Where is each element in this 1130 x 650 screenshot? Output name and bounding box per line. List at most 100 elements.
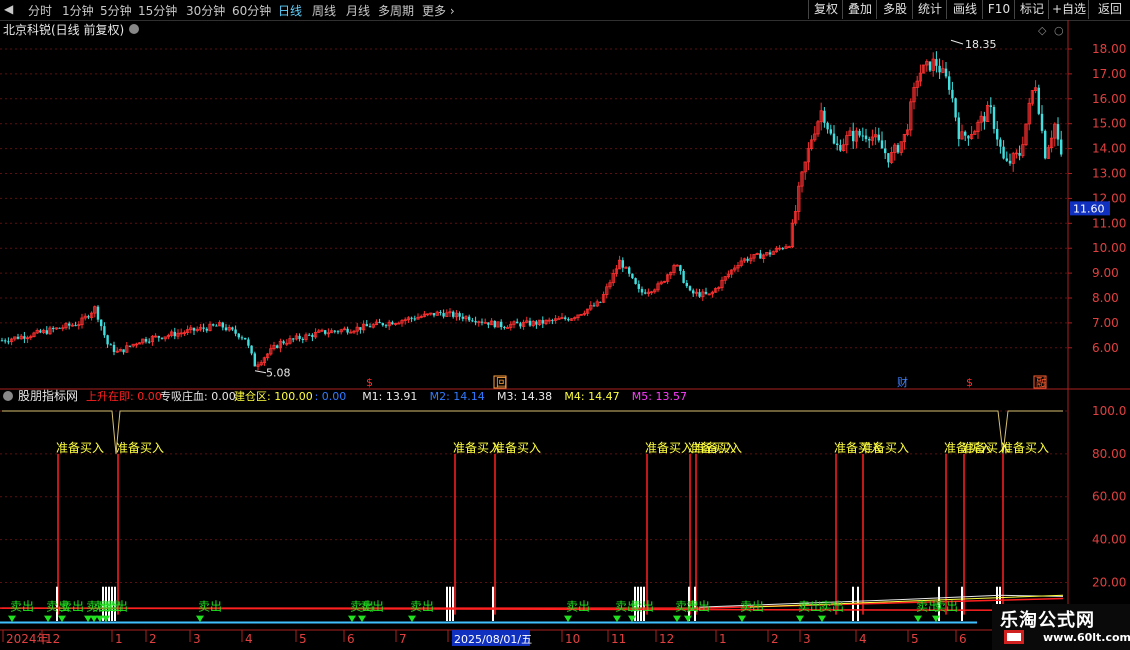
tool-button-5[interactable]: F10 xyxy=(982,0,1015,19)
candle-body xyxy=(1002,146,1005,159)
sell-arrow-icon xyxy=(8,615,16,623)
candle-body xyxy=(944,68,948,77)
candle-body xyxy=(896,145,900,153)
price-axis-label: 15.00 xyxy=(1092,117,1126,131)
price-axis-label: 17.00 xyxy=(1092,67,1126,81)
histogram-bar xyxy=(961,586,963,622)
event-marker: $ xyxy=(366,376,373,389)
candle-body xyxy=(781,248,784,250)
candle-body xyxy=(432,313,436,316)
candle-body xyxy=(368,326,372,328)
price-axis-label: 6.00 xyxy=(1092,341,1119,355)
candle-body xyxy=(861,135,864,137)
sell-signal-label: 卖出 xyxy=(820,599,844,613)
candle-body xyxy=(276,345,279,348)
candle-body xyxy=(292,338,295,340)
candle-body xyxy=(768,252,772,255)
date-axis-label: 3 xyxy=(803,632,811,646)
chart-area[interactable]: 北京科锐(日线 前复权) ◇ ○18.0017.0016.0015.0014.001… xyxy=(0,20,1130,650)
date-axis-label: 4 xyxy=(859,632,867,646)
period-tab-7[interactable]: 周线 xyxy=(312,2,336,19)
candle-body xyxy=(999,139,1002,147)
histogram-bar xyxy=(446,586,448,622)
period-tab-4[interactable]: 30分钟 xyxy=(186,2,225,19)
candle-body xyxy=(1060,139,1063,155)
tool-button-7[interactable]: +自选 xyxy=(1048,0,1089,19)
candle-body xyxy=(644,292,647,294)
candle-body xyxy=(410,317,413,319)
candle-body xyxy=(503,327,506,329)
candle-body xyxy=(640,288,644,293)
period-tab-6[interactable]: 日线 xyxy=(278,2,302,19)
tool-button-2[interactable]: 多股 xyxy=(876,0,913,19)
candle-body xyxy=(928,61,932,71)
date-axis-label: 6 xyxy=(959,632,967,646)
tool-button-0[interactable]: 复权 xyxy=(808,0,843,19)
tool-button-6[interactable]: 标记 xyxy=(1014,0,1049,19)
histogram-bar xyxy=(492,586,494,622)
candle-body xyxy=(528,320,532,326)
candle-body xyxy=(474,321,477,323)
tool-button-3[interactable]: 统计 xyxy=(912,0,947,19)
low-marker-line xyxy=(254,370,267,374)
date-axis-label: 2 xyxy=(149,632,157,646)
period-tab-8[interactable]: 月线 xyxy=(346,2,370,19)
brand-logo-icon xyxy=(1004,630,1024,644)
candle-body xyxy=(282,341,285,344)
candle-body xyxy=(880,140,884,149)
candle-body xyxy=(967,135,970,139)
period-tab-1[interactable]: 1分钟 xyxy=(62,2,94,19)
candle-body xyxy=(224,327,228,331)
brand-url: www.60lt.com xyxy=(1043,631,1130,644)
period-tab-9[interactable]: 多周期 xyxy=(378,2,414,19)
period-tab-5[interactable]: 60分钟 xyxy=(232,2,271,19)
sell-arrow-icon xyxy=(613,615,621,623)
price-axis-label: 8.00 xyxy=(1092,291,1119,305)
indicator-axis-label: 100.0 xyxy=(1092,404,1126,418)
candle-body xyxy=(634,278,637,285)
candle-body xyxy=(685,282,688,287)
tool-button-1[interactable]: 叠加 xyxy=(842,0,877,19)
candle-body xyxy=(964,131,967,136)
candle-body xyxy=(74,325,77,327)
indicator-value-0: 上升在即: 0.00 xyxy=(86,390,162,403)
candle-body xyxy=(1056,124,1060,140)
candle-body xyxy=(253,353,256,367)
date-axis-label: 1 xyxy=(719,632,727,646)
candle-body xyxy=(637,284,640,289)
candle-body xyxy=(516,321,519,324)
candle-body xyxy=(112,344,116,352)
candle-body xyxy=(836,143,839,146)
indicator-axis-label: 60.00 xyxy=(1092,490,1126,504)
candle-body xyxy=(324,330,327,334)
candle-body xyxy=(877,134,880,141)
period-tab-10[interactable]: 更多 › xyxy=(422,2,455,19)
candle-body xyxy=(439,312,442,314)
candle-body xyxy=(298,335,301,339)
event-marker: $ xyxy=(966,376,973,389)
indicator-value-3: : 0.00 xyxy=(315,390,347,403)
histogram-bar xyxy=(452,586,454,622)
date-axis-label: 10 xyxy=(565,632,580,646)
date-axis-label: 11 xyxy=(611,632,626,646)
candle-body xyxy=(628,267,631,274)
tool-button-8[interactable]: 返回 xyxy=(1088,0,1130,19)
candle-body xyxy=(106,335,109,345)
back-arrow-icon[interactable]: ◀ xyxy=(4,2,13,16)
candle-body xyxy=(68,323,71,326)
candle-body xyxy=(1044,130,1047,159)
high-marker-label: 18.35 xyxy=(965,38,997,51)
candle-body xyxy=(7,341,10,343)
indicator-value-6: M3: 14.38 xyxy=(497,390,552,403)
candle-body xyxy=(1037,87,1040,114)
date-axis-label: 5 xyxy=(911,632,919,646)
period-tab-3[interactable]: 15分钟 xyxy=(138,2,177,19)
candle-body xyxy=(989,105,992,107)
candle-body xyxy=(336,331,340,333)
period-tab-0[interactable]: 分时 xyxy=(28,2,52,19)
candle-body xyxy=(308,334,311,336)
sell-arrow-icon xyxy=(818,615,826,623)
indicator-axis-label: 80.00 xyxy=(1092,447,1126,461)
period-tab-2[interactable]: 5分钟 xyxy=(100,2,132,19)
tool-button-4[interactable]: 画线 xyxy=(946,0,983,19)
